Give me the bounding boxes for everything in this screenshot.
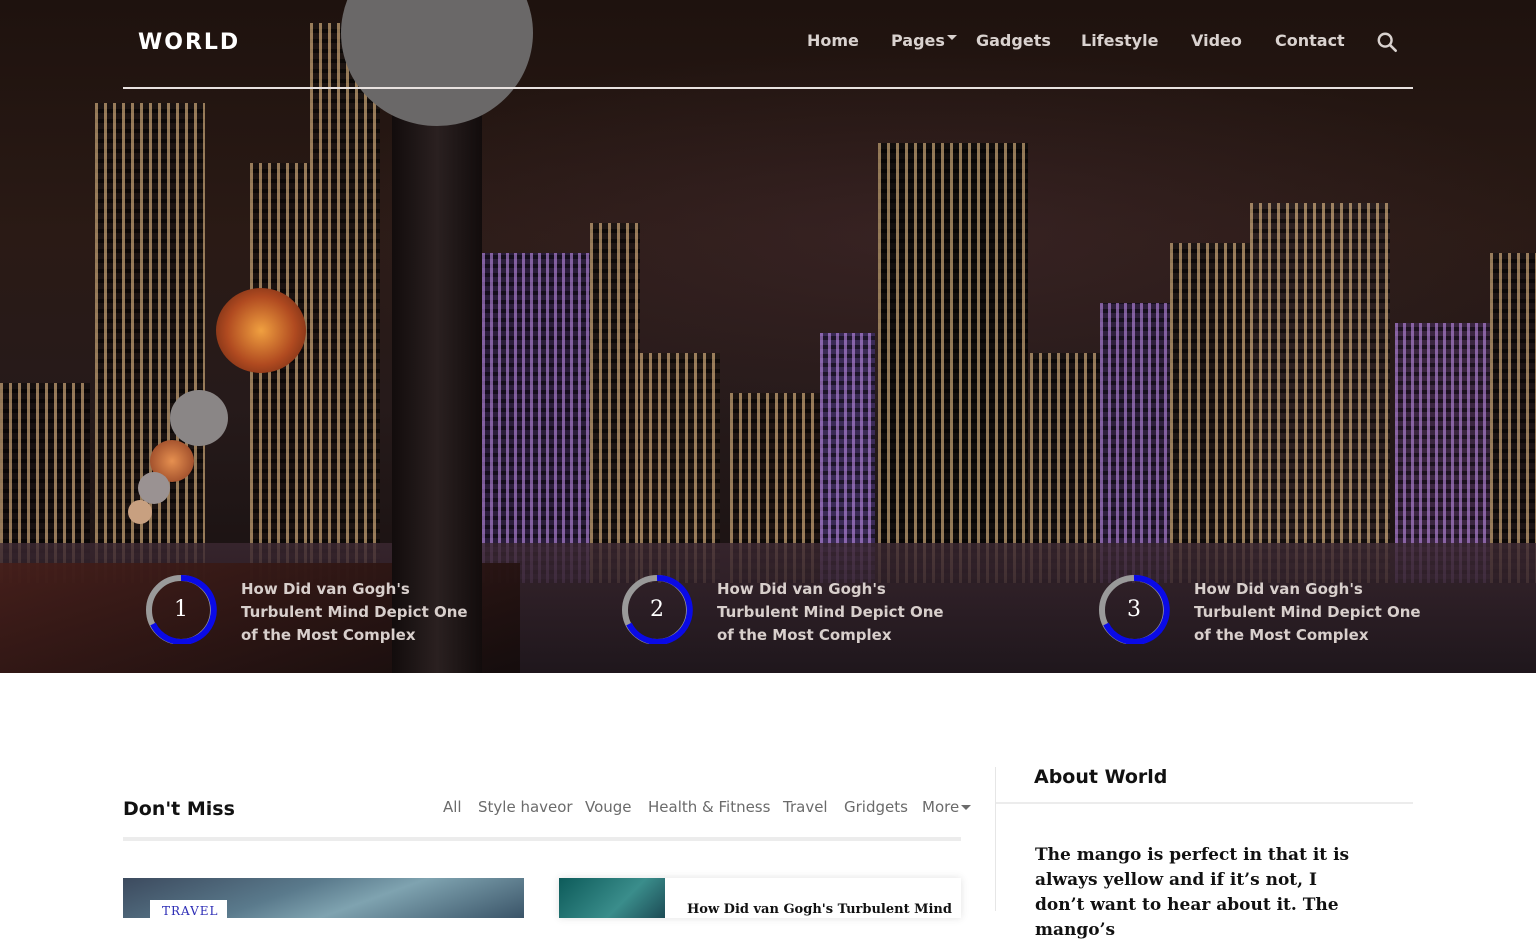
- nav-contact[interactable]: Contact: [1275, 31, 1345, 50]
- site-logo[interactable]: WORLD: [138, 30, 240, 55]
- section-title-dont-miss: Don't Miss: [123, 798, 235, 820]
- nav-video[interactable]: Video: [1191, 31, 1242, 50]
- header-divider: [123, 87, 1413, 89]
- category-tag[interactable]: TRAVEL: [150, 900, 227, 920]
- building: [1250, 203, 1390, 583]
- section-divider: [123, 837, 961, 841]
- tab-more-label: More: [922, 798, 960, 816]
- tab-all[interactable]: All: [443, 798, 462, 816]
- building: [878, 143, 1028, 583]
- nav-pages[interactable]: Pages: [891, 31, 957, 50]
- tab-vouge[interactable]: Vouge: [585, 798, 632, 816]
- nav-gadgets[interactable]: Gadgets: [976, 31, 1051, 50]
- building: [1490, 253, 1536, 583]
- chevron-down-icon: [946, 35, 957, 40]
- featured-title[interactable]: How Did van Gogh's Turbulent Mind Depict…: [241, 578, 471, 647]
- nav-home[interactable]: Home: [807, 31, 859, 50]
- chevron-down-icon: [961, 805, 972, 810]
- lamp-globe: [128, 500, 152, 524]
- search-icon[interactable]: [1376, 31, 1398, 53]
- post-card[interactable]: How Did van Gogh's Turbulent Mind: [559, 878, 961, 918]
- sidebar-title-divider: [996, 802, 1413, 804]
- tab-travel[interactable]: Travel: [783, 798, 828, 816]
- featured-post[interactable]: 3 How Did van Gogh's Turbulent Mind Depi…: [1098, 572, 1421, 652]
- post-thumbnail[interactable]: [559, 878, 665, 918]
- building: [1170, 243, 1250, 583]
- featured-number: 3: [1127, 597, 1141, 622]
- nav-pages-label: Pages: [891, 31, 945, 50]
- lamp-globe: [170, 390, 228, 446]
- nav-lifestyle[interactable]: Lifestyle: [1081, 31, 1158, 50]
- building: [310, 23, 380, 583]
- featured-number: 2: [650, 597, 664, 622]
- tab-more[interactable]: More: [922, 798, 972, 816]
- tab-health-fitness[interactable]: Health & Fitness: [648, 798, 770, 816]
- lamp-globe: [216, 288, 306, 373]
- post-title[interactable]: How Did van Gogh's Turbulent Mind: [687, 902, 952, 917]
- featured-post[interactable]: 2 How Did van Gogh's Turbulent Mind Depi…: [621, 572, 944, 652]
- tab-style-haveor[interactable]: Style haveor: [478, 798, 573, 816]
- sidebar-divider: [995, 767, 996, 911]
- tab-gridgets[interactable]: Gridgets: [844, 798, 908, 816]
- featured-title[interactable]: How Did van Gogh's Turbulent Mind Depict…: [1194, 578, 1424, 647]
- building: [590, 223, 640, 583]
- lamp-globe: [138, 472, 170, 504]
- sidebar-title: About World: [1034, 766, 1168, 788]
- sidebar-about-text: The mango is perfect in that it is alway…: [1035, 845, 1350, 940]
- featured-title[interactable]: How Did van Gogh's Turbulent Mind Depict…: [717, 578, 947, 647]
- featured-number: 1: [174, 597, 188, 622]
- featured-post[interactable]: 1 How Did van Gogh's Turbulent Mind Depi…: [145, 572, 468, 652]
- hero-banner: WORLD Home Pages Gadgets Lifestyle Video…: [0, 0, 1536, 673]
